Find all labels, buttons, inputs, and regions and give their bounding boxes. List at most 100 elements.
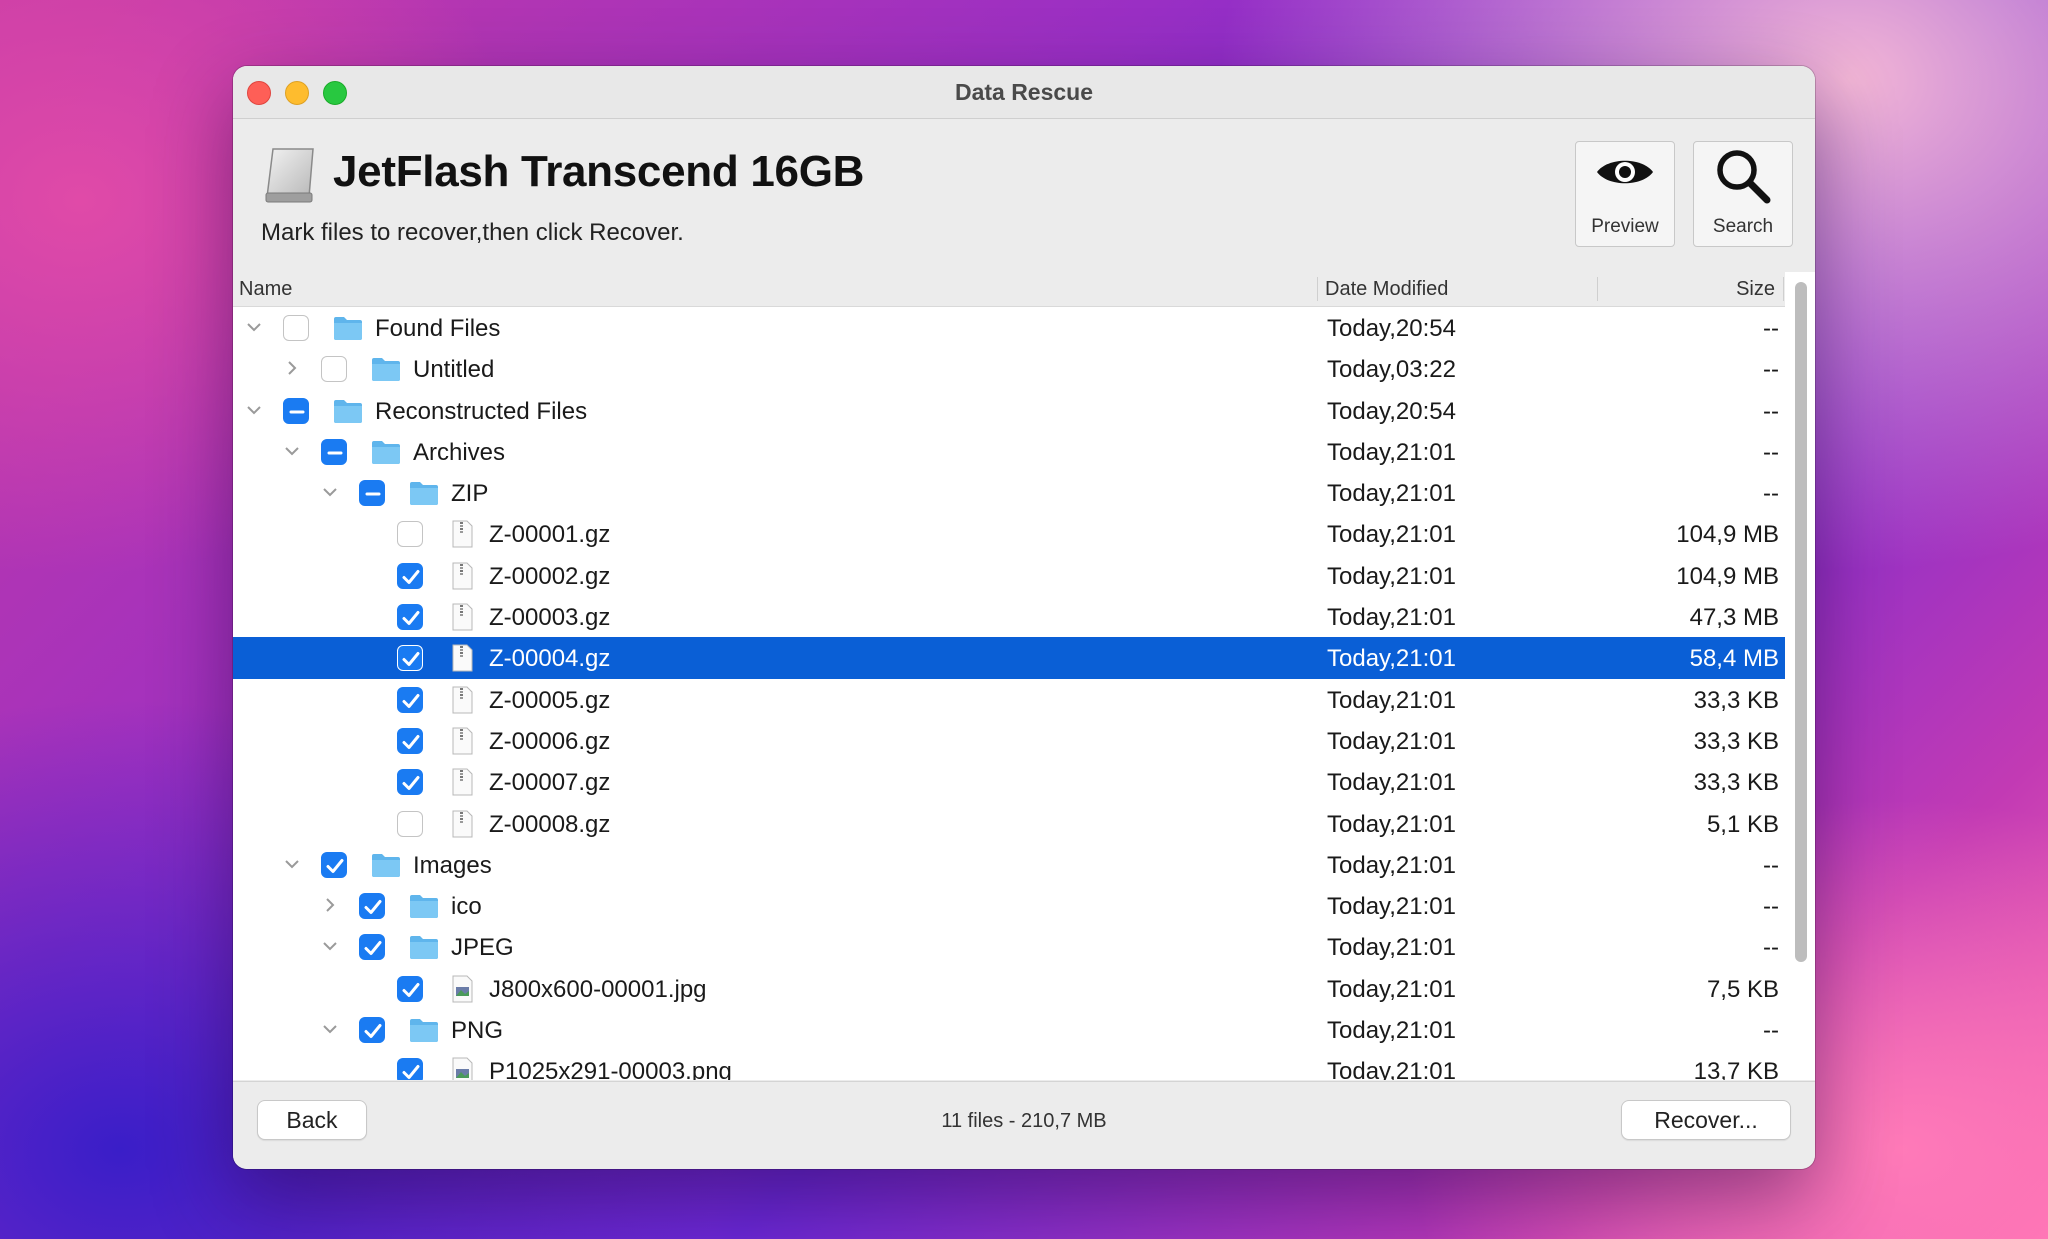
chevron-down-icon[interactable] bbox=[245, 318, 263, 336]
recover-checkbox[interactable] bbox=[397, 769, 423, 796]
file-name: P1025x291-00003.png bbox=[489, 1058, 732, 1080]
archive-file-icon bbox=[447, 727, 477, 755]
recover-checkbox[interactable] bbox=[397, 562, 423, 589]
eye-icon bbox=[1597, 160, 1653, 184]
file-name: Z-00003.gz bbox=[489, 604, 611, 632]
recover-checkbox[interactable] bbox=[283, 397, 309, 424]
file-row[interactable]: ZIP Today,21:01 -- bbox=[233, 472, 1785, 513]
file-size: 13,7 KB bbox=[1693, 1058, 1779, 1080]
recover-checkbox[interactable] bbox=[397, 1058, 423, 1080]
file-row[interactable]: Images Today,21:01 -- bbox=[233, 844, 1785, 885]
file-row[interactable]: Z-00002.gz Today,21:01 104,9 MB bbox=[233, 555, 1785, 596]
file-rows: Found Files Today,20:54 -- Untitled Today,03… bbox=[233, 307, 1785, 1080]
file-row[interactable]: P1025x291-00003.png Today,21:01 13,7 KB bbox=[233, 1050, 1785, 1080]
file-name: Z-00006.gz bbox=[489, 727, 611, 755]
file-name: Found Files bbox=[375, 315, 501, 342]
recover-checkbox[interactable] bbox=[359, 893, 385, 920]
chevron-down-icon[interactable] bbox=[245, 401, 263, 419]
file-size: 47,3 MB bbox=[1689, 604, 1779, 632]
preview-button[interactable]: Preview bbox=[1575, 141, 1675, 247]
file-name: Untitled bbox=[413, 356, 495, 384]
recover-checkbox[interactable] bbox=[397, 604, 423, 631]
recover-checkbox[interactable] bbox=[283, 315, 309, 341]
file-row[interactable]: Z-00007.gz Today,21:01 33,3 KB bbox=[233, 761, 1785, 802]
chevron-down-icon[interactable] bbox=[283, 442, 301, 460]
file-size: -- bbox=[1763, 934, 1779, 962]
file-date-modified: Today,21:01 bbox=[1327, 934, 1456, 962]
file-size: -- bbox=[1763, 851, 1779, 879]
file-date-modified: Today,21:01 bbox=[1327, 521, 1456, 549]
file-date-modified: Today,21:01 bbox=[1327, 562, 1456, 590]
folder-icon bbox=[371, 438, 401, 466]
window-title: Data Rescue bbox=[954, 79, 1094, 105]
title-bar: Data Rescue bbox=[233, 66, 1815, 119]
file-size: 33,3 KB bbox=[1693, 686, 1779, 714]
file-row[interactable]: Z-00003.gz Today,21:01 47,3 MB bbox=[233, 596, 1785, 637]
file-name: Z-00004.gz bbox=[489, 645, 611, 673]
file-size: 7,5 KB bbox=[1706, 975, 1779, 1003]
file-name: ico bbox=[451, 893, 482, 921]
file-row[interactable]: PNG Today,21:01 -- bbox=[233, 1009, 1785, 1050]
file-name: Z-00008.gz bbox=[489, 810, 611, 838]
recover-checkbox[interactable] bbox=[397, 727, 423, 754]
chevron-down-icon[interactable] bbox=[321, 483, 339, 501]
chevron-down-icon[interactable] bbox=[283, 855, 301, 873]
file-row[interactable]: Untitled Today,03:22 -- bbox=[233, 348, 1785, 389]
search-button[interactable]: Search bbox=[1693, 141, 1793, 247]
file-row[interactable]: Found Files Today,20:54 -- bbox=[233, 307, 1785, 348]
file-date-modified: Today,21:01 bbox=[1327, 604, 1456, 632]
chevron-down-icon[interactable] bbox=[321, 937, 339, 955]
search-icon bbox=[1717, 150, 1771, 204]
archive-file-icon bbox=[447, 520, 477, 548]
vertical-scrollbar[interactable] bbox=[1795, 282, 1807, 1067]
file-date-modified: Today,21:01 bbox=[1327, 893, 1456, 921]
chevron-right-icon[interactable] bbox=[283, 359, 301, 377]
size-column-header[interactable]: Size bbox=[1736, 278, 1775, 301]
file-date-modified: Today,21:01 bbox=[1327, 1058, 1456, 1080]
recover-checkbox[interactable] bbox=[321, 356, 347, 383]
file-row[interactable]: Archives Today,21:01 -- bbox=[233, 431, 1785, 472]
selection-summary: 11 files - 210,7 MB bbox=[941, 1110, 1107, 1132]
file-date-modified: Today,21:01 bbox=[1327, 727, 1456, 755]
file-date-modified: Today,21:01 bbox=[1327, 645, 1456, 673]
file-date-modified: Today,20:54 bbox=[1327, 315, 1456, 342]
file-row[interactable]: JPEG Today,21:01 -- bbox=[233, 926, 1785, 967]
file-row[interactable]: ico Today,21:01 -- bbox=[233, 885, 1785, 926]
instruction-text: Mark files to recover,then click Recover… bbox=[261, 219, 684, 246]
archive-file-icon bbox=[447, 768, 477, 796]
file-name: Reconstructed Files bbox=[375, 397, 588, 425]
file-name: Z-00005.gz bbox=[489, 686, 611, 714]
file-row[interactable]: Z-00008.gz Today,21:01 5,1 KB bbox=[233, 803, 1785, 844]
scrollbar-thumb[interactable] bbox=[1795, 282, 1807, 962]
recover-checkbox[interactable] bbox=[321, 438, 347, 465]
file-row[interactable]: Z-00006.gz Today,21:01 33,3 KB bbox=[233, 720, 1785, 761]
recover-checkbox[interactable] bbox=[397, 810, 423, 837]
file-size: 33,3 KB bbox=[1693, 769, 1779, 797]
recover-checkbox[interactable] bbox=[397, 645, 423, 672]
column-header: Name Date Modified Size bbox=[233, 272, 1785, 307]
recover-checkbox[interactable] bbox=[397, 975, 423, 1002]
file-size: -- bbox=[1763, 356, 1779, 384]
recover-checkbox[interactable] bbox=[359, 934, 385, 961]
recover-checkbox[interactable] bbox=[359, 480, 385, 507]
file-row[interactable]: Z-00004.gz Today,21:01 58,4 MB bbox=[233, 637, 1785, 679]
file-name: J800x600-00001.jpg bbox=[489, 975, 707, 1003]
file-row[interactable]: Z-00005.gz Today,21:01 33,3 KB bbox=[233, 679, 1785, 720]
file-size: 104,9 MB bbox=[1676, 521, 1779, 549]
folder-icon bbox=[409, 892, 439, 920]
recover-checkbox[interactable] bbox=[359, 1017, 385, 1044]
search-label: Search bbox=[1712, 216, 1774, 237]
recover-checkbox[interactable] bbox=[397, 686, 423, 713]
chevron-right-icon[interactable] bbox=[321, 896, 339, 914]
recover-checkbox[interactable] bbox=[397, 521, 423, 548]
file-date-modified: Today,21:01 bbox=[1327, 480, 1456, 508]
file-row[interactable]: Reconstructed Files Today,20:54 -- bbox=[233, 390, 1785, 431]
file-row[interactable]: Z-00001.gz Today,21:01 104,9 MB bbox=[233, 513, 1785, 554]
recover-checkbox[interactable] bbox=[321, 851, 347, 878]
chevron-down-icon[interactable] bbox=[321, 1020, 339, 1038]
file-name: JPEG bbox=[451, 934, 514, 962]
date-column-header[interactable]: Date Modified bbox=[1325, 278, 1448, 301]
name-column-header[interactable]: Name bbox=[239, 278, 292, 301]
recover-button[interactable]: Recover... bbox=[1621, 1100, 1791, 1140]
file-row[interactable]: J800x600-00001.jpg Today,21:01 7,5 KB bbox=[233, 968, 1785, 1009]
